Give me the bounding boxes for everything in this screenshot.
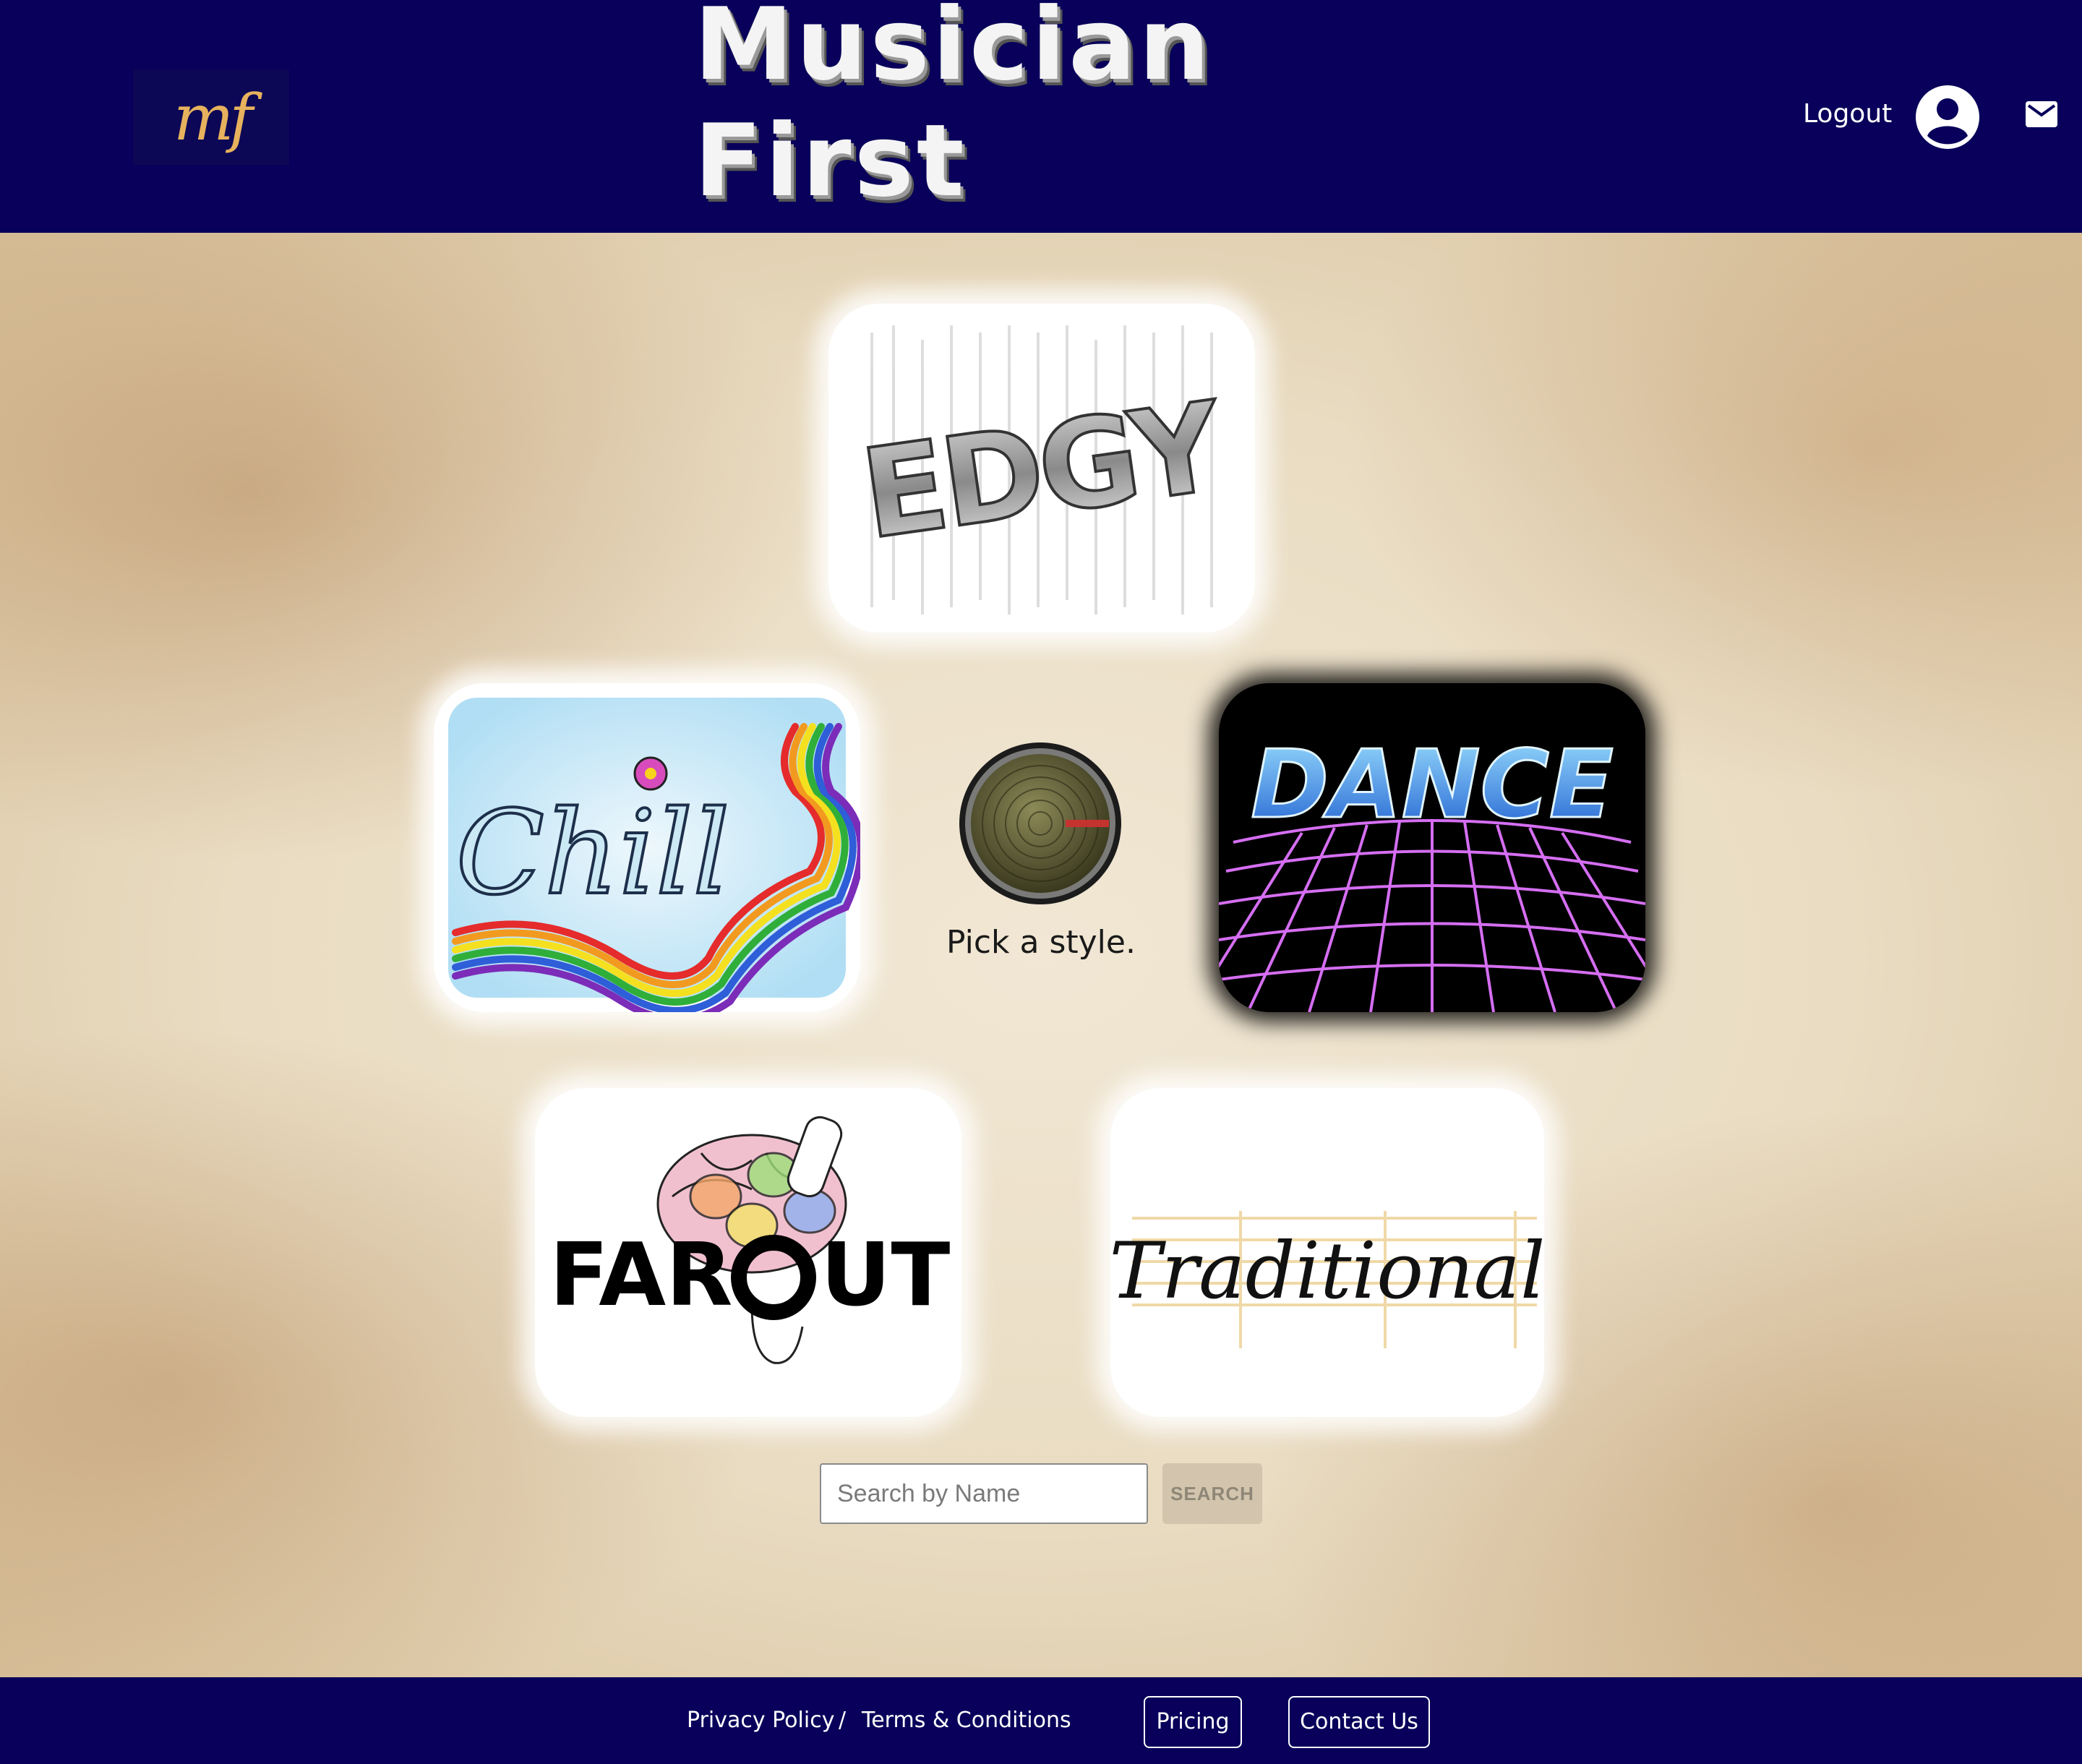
site-logo[interactable]: mf <box>133 69 289 165</box>
style-card-traditional[interactable]: Traditional <box>1110 1088 1544 1417</box>
dance-text: DANCE <box>1251 729 1614 839</box>
search-input[interactable] <box>820 1463 1148 1524</box>
mail-icon[interactable] <box>2026 101 2057 127</box>
terms-conditions-link[interactable]: Terms & Conditions <box>862 1702 1071 1739</box>
pricing-button[interactable]: Pricing <box>1144 1696 1242 1748</box>
user-circle-icon[interactable] <box>1916 85 1979 149</box>
style-card-chill[interactable]: Chill <box>434 683 860 1012</box>
farout-text-left: FAR <box>549 1225 732 1326</box>
chill-text: Chill <box>456 785 730 920</box>
volume-knob-icon[interactable] <box>957 740 1123 907</box>
farout-text-right: UT <box>821 1225 950 1326</box>
site-header: mf Musician First Logout <box>0 0 2082 233</box>
style-card-farout[interactable]: FAR UT <box>535 1088 961 1417</box>
search-button[interactable]: SEARCH <box>1162 1463 1262 1524</box>
edgy-text: EDGY <box>854 375 1232 568</box>
traditional-text: Traditional <box>1110 1226 1544 1316</box>
site-title: Musician First <box>694 0 1213 219</box>
style-card-edgy[interactable]: EDGY <box>828 304 1255 633</box>
contact-us-button[interactable]: Contact Us <box>1288 1696 1430 1748</box>
logo-text: mf <box>173 80 253 155</box>
site-footer: Privacy Policy / Terms & Conditions Pric… <box>0 1677 2082 1764</box>
logout-link[interactable]: Logout <box>1803 95 1892 133</box>
style-card-dance[interactable]: DANCE <box>1219 683 1645 1012</box>
privacy-policy-link[interactable]: Privacy Policy <box>687 1702 834 1739</box>
pick-style-prompt: Pick a style. <box>946 924 1136 961</box>
footer-separator: / <box>839 1708 847 1733</box>
